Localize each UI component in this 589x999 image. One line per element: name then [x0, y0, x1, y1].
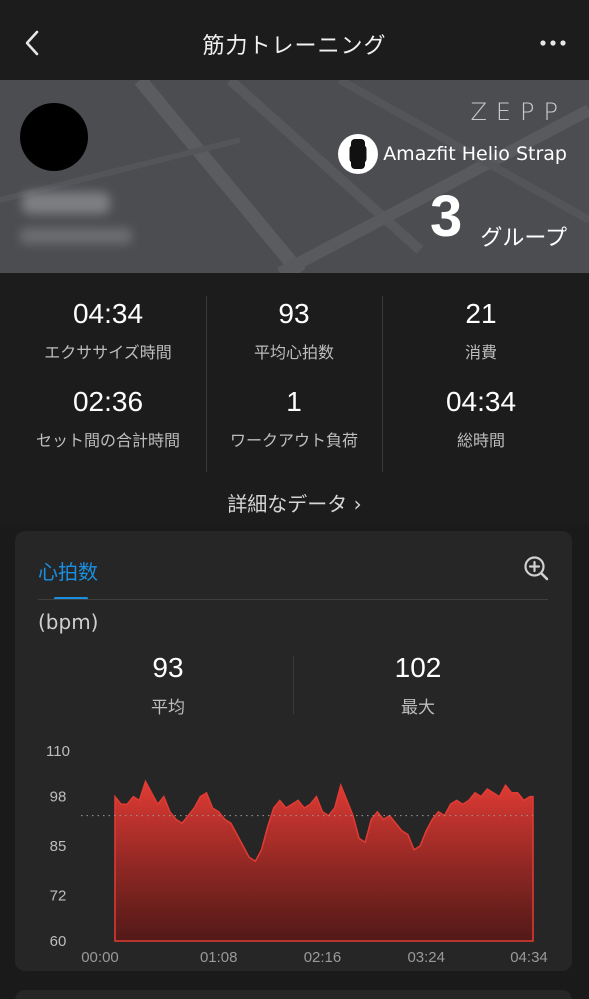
group-unit: グループ [480, 226, 567, 251]
exercise-time-value: 04:34 [72, 298, 144, 329]
unit-label: (bpm) [38, 610, 99, 634]
workout-load-value: 1 [286, 386, 302, 417]
avg-bpm-label: 平均 [151, 698, 185, 718]
x-tick-label: 00:00 [81, 949, 119, 966]
rest-time-label: セット間の合計時間 [35, 431, 180, 450]
x-tick-label: 02:16 [304, 949, 342, 966]
y-tick-label: 98 [50, 789, 67, 806]
detailed-data-link[interactable]: 詳細なデータ › [0, 488, 589, 517]
calories-value: 21 [465, 298, 497, 329]
device-name: Amazfit Helio Strap [383, 143, 567, 165]
zepp-logo: ZEPP [470, 98, 567, 126]
more-options-icon[interactable] [537, 28, 569, 58]
max-bpm-value: 102 [394, 652, 442, 683]
y-tick-label: 72 [50, 887, 67, 904]
avg-heart-rate-label: 平均心拍数 [253, 343, 334, 362]
rest-time-value: 02:36 [72, 386, 144, 417]
next-card-edge [15, 990, 572, 999]
total-time-value: 04:34 [445, 386, 517, 417]
x-tick-label: 03:24 [407, 949, 445, 966]
zoom-in-icon[interactable] [522, 554, 550, 582]
avg-heart-rate-value: 93 [278, 298, 310, 329]
page-title: 筋力トレーニング [202, 34, 387, 59]
watch-icon [338, 134, 378, 174]
total-time-label: 総時間 [456, 431, 505, 450]
x-tick-label: 04:34 [510, 949, 548, 966]
x-tick-label: 01:08 [200, 949, 238, 966]
tab-divider [38, 599, 548, 600]
calories-label: 消費 [464, 343, 497, 362]
avatar[interactable] [20, 103, 88, 171]
blurred-user-name [22, 192, 110, 214]
workout-load-label: ワークアウト負荷 [229, 431, 358, 450]
blurred-date [20, 228, 132, 244]
top-bar: 筋力トレーニング [0, 0, 589, 80]
heart-rate-area [114, 779, 534, 942]
y-tick-label: 60 [50, 933, 67, 950]
max-bpm-label: 最大 [401, 698, 435, 718]
tab-heart-rate[interactable]: 心拍数 [38, 556, 98, 585]
y-tick-label: 85 [50, 838, 67, 855]
hr-divider [293, 656, 294, 714]
heart-rate-chart: 110 98 85 72 60 00:00 01:08 02:16 03:24 04:34 [46, 743, 548, 966]
group-count: 3 [430, 184, 463, 249]
avg-bpm-value: 93 [152, 652, 184, 683]
y-tick-label: 110 [46, 743, 70, 760]
exercise-time-label: エクササイズ時間 [44, 343, 172, 362]
